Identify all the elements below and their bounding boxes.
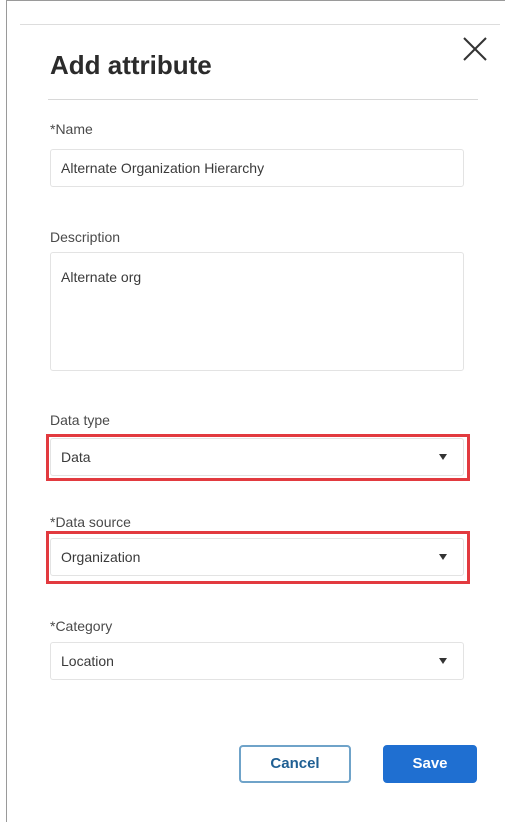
- chevron-down-icon: [439, 658, 447, 664]
- dialog-title: Add attribute: [50, 50, 212, 80]
- title-divider: [48, 99, 478, 100]
- category-value: Location: [61, 653, 114, 669]
- description-label: Description: [50, 229, 121, 245]
- data-type-select[interactable]: Data: [50, 438, 464, 476]
- category-select[interactable]: Location: [50, 642, 464, 680]
- panel-border-left: [6, 0, 7, 822]
- save-button[interactable]: Save: [383, 745, 477, 783]
- data-type-value: Data: [61, 449, 91, 465]
- name-input[interactable]: Alternate Organization Hierarchy: [50, 149, 464, 187]
- cancel-button[interactable]: Cancel: [239, 745, 351, 783]
- description-textarea[interactable]: Alternate org: [50, 252, 464, 371]
- category-label: *Category: [50, 618, 113, 634]
- data-source-value: Organization: [61, 549, 141, 565]
- close-icon: [463, 37, 487, 61]
- data-source-label: *Data source: [50, 514, 131, 530]
- top-divider: [20, 24, 500, 25]
- chevron-down-icon: [439, 454, 447, 460]
- name-label: *Name: [50, 121, 93, 137]
- add-attribute-dialog: Add attribute *Name Alternate Organizati…: [0, 0, 505, 822]
- data-source-select[interactable]: Organization: [50, 538, 464, 576]
- chevron-down-icon: [439, 554, 447, 560]
- data-type-label: Data type: [50, 412, 110, 428]
- panel-border-top: [6, 0, 505, 1]
- close-button[interactable]: [460, 34, 490, 64]
